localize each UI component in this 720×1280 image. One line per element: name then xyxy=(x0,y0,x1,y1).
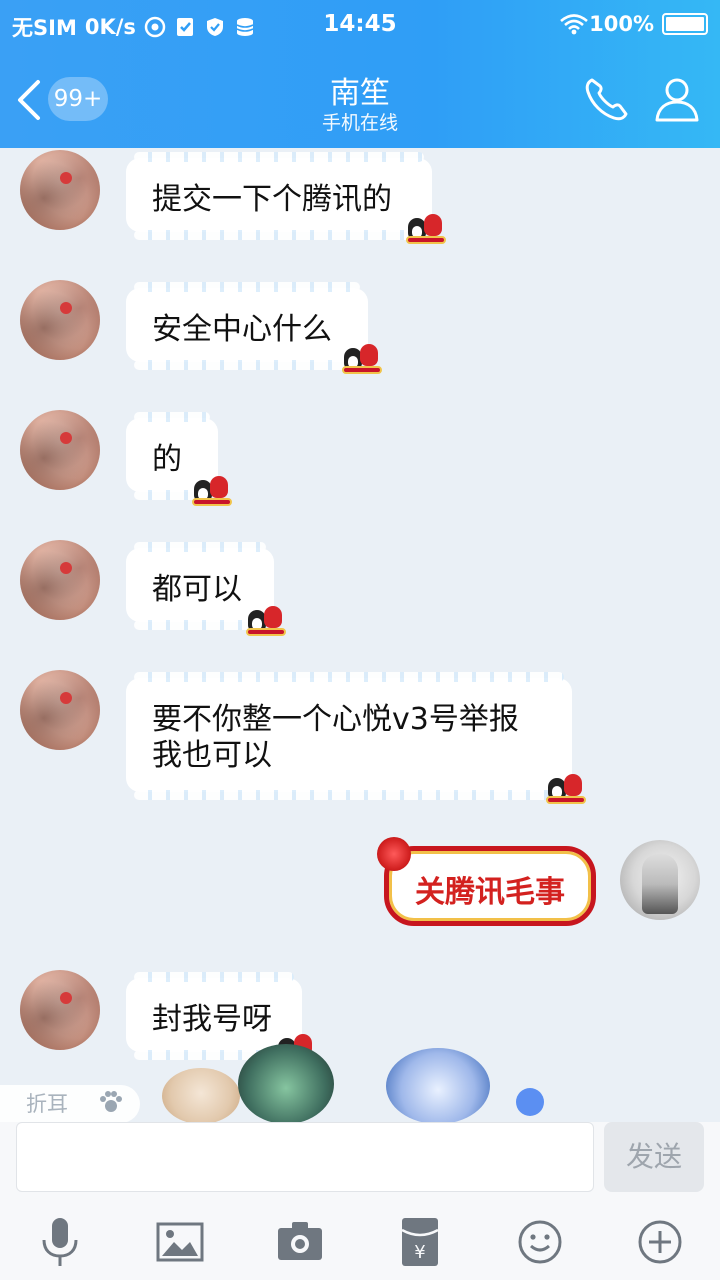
avatar[interactable] xyxy=(20,410,100,490)
knot-icon xyxy=(377,837,411,871)
message-bubble[interactable]: 提交一下个腾讯的 xyxy=(126,152,432,240)
anime-sticker-icon[interactable] xyxy=(386,1048,490,1122)
image-icon[interactable] xyxy=(150,1212,210,1272)
avatar[interactable] xyxy=(20,970,100,1050)
sent-message-bubble[interactable]: 关腾讯毛事 xyxy=(377,837,596,926)
character-sticker-icon[interactable] xyxy=(238,1044,334,1122)
message-bubble[interactable]: 要不你整一个心悦v3号举报 我也可以 xyxy=(126,672,572,800)
my-avatar[interactable] xyxy=(620,840,700,920)
battery-percent: 100% xyxy=(589,12,654,36)
camera-icon[interactable] xyxy=(270,1212,330,1272)
emoji-icon[interactable] xyxy=(510,1212,570,1272)
qq-penguin-icon xyxy=(406,212,450,246)
person-icon[interactable] xyxy=(652,74,702,124)
status-right: 100% xyxy=(559,12,708,36)
status-bar: 无SIM 0K/s 14:45 100% xyxy=(0,0,720,50)
heart-sticker-icon[interactable] xyxy=(516,1088,544,1116)
toolbar: ¥ xyxy=(0,1212,720,1272)
qq-penguin-icon xyxy=(246,604,290,638)
wifi-icon xyxy=(559,13,588,35)
red-packet-icon[interactable]: ¥ xyxy=(390,1212,450,1272)
qq-penguin-icon xyxy=(546,772,590,806)
svg-text:¥: ¥ xyxy=(414,1242,425,1263)
avatar[interactable] xyxy=(20,540,100,620)
cat-sticker-icon[interactable] xyxy=(162,1068,240,1122)
paw-icon[interactable] xyxy=(98,1089,124,1115)
message-text: 都可以 xyxy=(152,572,242,607)
message-text: 的 xyxy=(152,442,182,477)
plus-icon[interactable] xyxy=(630,1212,690,1272)
battery-icon xyxy=(662,13,708,35)
qq-penguin-icon xyxy=(192,474,236,508)
chat-list[interactable]: 提交一下个腾讯的 安全中心什么 的 都可以 要不你整一个心悦v3号举报 我也可以… xyxy=(0,148,720,1122)
send-button[interactable]: 发送 xyxy=(604,1122,704,1192)
qq-penguin-icon xyxy=(342,342,386,376)
message-text: 安全中心什么 xyxy=(152,312,332,347)
message-bubble[interactable]: 安全中心什么 xyxy=(126,282,368,370)
input-bar: 发送 ¥ xyxy=(0,1122,720,1280)
avatar[interactable] xyxy=(20,670,100,750)
avatar[interactable] xyxy=(20,150,100,230)
sticker-row[interactable] xyxy=(160,1044,560,1122)
message-text: 关腾讯毛事 xyxy=(415,875,565,910)
message-text: 提交一下个腾讯的 xyxy=(152,182,392,217)
avatar[interactable] xyxy=(20,280,100,360)
mic-icon[interactable] xyxy=(30,1212,90,1272)
message-text-line: 我也可以 xyxy=(152,738,272,773)
message-text: 封我号呀 xyxy=(152,1002,272,1037)
chat-header: 99+ 南笙 手机在线 xyxy=(0,50,720,148)
phone-icon[interactable] xyxy=(580,74,632,126)
message-input[interactable] xyxy=(16,1122,594,1192)
message-text-line: 要不你整一个心悦v3号举报 xyxy=(152,702,519,737)
